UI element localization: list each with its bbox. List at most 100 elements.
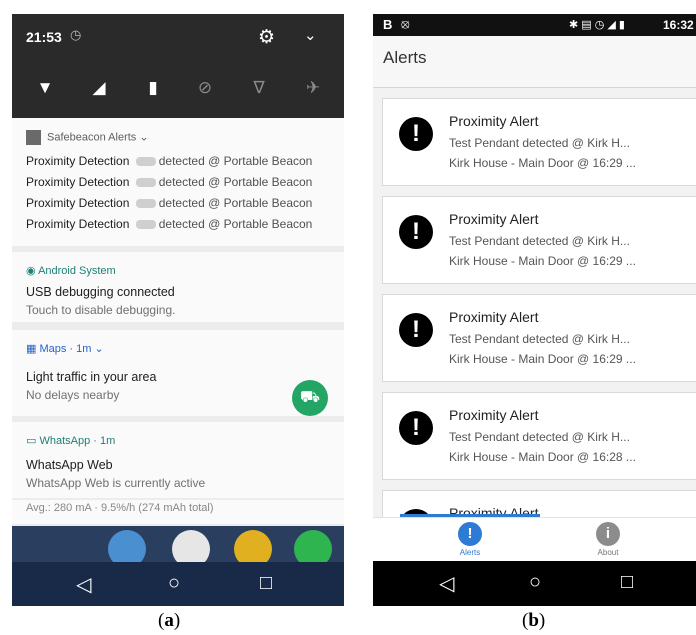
row-title: Proximity Detection [26, 175, 130, 189]
safebeacon-row: Proximity Detection detected @ Portable … [26, 175, 312, 189]
alert-card[interactable]: ! Proximity Alert Test Pendant detected … [382, 294, 696, 382]
alert-exclamation-icon: ! [399, 117, 433, 151]
home-icon[interactable]: ○ [529, 571, 541, 594]
row-text: detected @ Portable Beacon [158, 217, 313, 231]
home-icon[interactable]: ○ [168, 572, 180, 595]
alert-location: Kirk House - Main Door @ 16:29 ... [449, 254, 636, 268]
notification-title: Light traffic in your area [26, 370, 157, 384]
alert-detail: Test Pendant detected @ Kirk H... [449, 136, 630, 150]
redacted-name [135, 157, 156, 167]
recents-icon[interactable]: □ [621, 571, 633, 594]
wifi-icon[interactable]: ▼ [34, 78, 56, 100]
redacted-name [135, 178, 156, 188]
safebeacon-row: Proximity Detection detected @ Portable … [26, 196, 312, 210]
alert-location: Kirk House - Main Door @ 16:28 ... [449, 450, 636, 464]
airplane-icon[interactable]: ✈ [302, 78, 324, 100]
alerts-tab-icon: ! [458, 522, 482, 546]
status-letter: B [383, 17, 393, 32]
row-title: Proximity Detection [26, 196, 130, 210]
alert-title: Proximity Alert [449, 211, 539, 227]
android-system-header: ◉ Android System [26, 264, 116, 277]
status-icons: ✱ ▤ ◷ ◢ ▮ [569, 19, 625, 31]
expand-chevron-icon[interactable]: ⌄ [304, 26, 317, 44]
navigation-bar: ◁ ○ □ [373, 561, 696, 606]
alert-exclamation-icon: ! [399, 313, 433, 347]
quick-settings-row: ▼ ◢ ▮ ⊘ ∇ ✈ [12, 62, 344, 118]
safebeacon-row: Proximity Detection detected @ Portable … [26, 154, 312, 168]
tab-alerts[interactable]: ! Alerts [440, 522, 500, 557]
page-title: Alerts [383, 48, 427, 67]
maps-notification[interactable]: ▦ Maps · 1m ⌄ Light traffic in your area… [12, 330, 344, 416]
back-icon[interactable]: ◁ [76, 572, 91, 597]
caption-b: (b) [522, 610, 546, 631]
alert-card[interactable]: ! Proximity Alert Test Pendant detected … [382, 196, 696, 284]
alert-card[interactable]: ! Proximity Alert Test Pendant detected … [382, 98, 696, 186]
status-time: 21:53 [26, 29, 62, 45]
row-title: Proximity Detection [26, 154, 130, 168]
info-tab-icon: i [596, 522, 620, 546]
app-header: Alerts [373, 36, 696, 88]
caption-a-letter: a [164, 610, 174, 631]
bottom-tab-bar: ! Alerts i About [373, 517, 696, 561]
alert-detail: Test Pendant detected @ Kirk H... [449, 332, 630, 346]
tab-about[interactable]: i About [578, 522, 638, 557]
alert-card[interactable]: ! Proximity Alert Test Pendant detected … [382, 392, 696, 480]
notification-text: WhatsApp Web is currently active [26, 476, 206, 490]
alert-title: Proximity Alert [449, 309, 539, 325]
navigation-bar: ◁ ○ □ [12, 562, 344, 606]
alert-title: Proximity Alert [449, 407, 539, 423]
alert-detail: Test Pendant detected @ Kirk H... [449, 234, 630, 248]
notification-text: Touch to disable debugging. [26, 303, 176, 317]
whatsapp-app-icon [294, 530, 332, 562]
whatsapp-notification[interactable]: ▭ WhatsApp · 1m WhatsApp Web WhatsApp We… [12, 422, 344, 498]
android-system-app-name: Android System [38, 265, 116, 277]
safebeacon-notification[interactable]: Safebeacon Alerts ⌄ Proximity Detection … [12, 118, 344, 246]
safebeacon-app-icon [26, 130, 41, 145]
tab-label: Alerts [459, 548, 481, 557]
maps-header: ▦ Maps · 1m ⌄ [26, 342, 104, 355]
laptop-icon: ▭ [26, 435, 37, 447]
signal-icon[interactable]: ◢ [88, 78, 110, 100]
photos-app-icon [108, 530, 146, 562]
alert-location: Kirk House - Main Door @ 16:29 ... [449, 156, 636, 170]
flashlight-icon[interactable]: ∇ [248, 78, 270, 100]
alert-exclamation-icon: ! [399, 215, 433, 249]
notification-shade-screenshot: 21:53 ◷ ⚙ ⌄ ▼ ◢ ▮ ⊘ ∇ ✈ Safebeacon Alert… [12, 14, 344, 606]
row-text: detected @ Portable Beacon [158, 196, 313, 210]
chrome-app-icon [234, 530, 272, 562]
android-system-notification[interactable]: ◉ Android System USB debugging connected… [12, 252, 344, 322]
notification-status-icon: ⦻ [401, 16, 410, 31]
maps-icon: ▦ [26, 343, 37, 355]
recents-icon[interactable]: □ [260, 572, 272, 595]
settings-gear-icon[interactable]: ⚙ [258, 26, 275, 49]
notification-text: No delays nearby [26, 388, 120, 402]
alert-exclamation-icon: ! [399, 411, 433, 445]
alarm-icon: ◷ [70, 27, 82, 42]
notification-title: WhatsApp Web [26, 458, 113, 472]
alert-detail: Test Pendant detected @ Kirk H... [449, 430, 630, 444]
redacted-name [135, 199, 156, 209]
safebeacon-app-name: Safebeacon Alerts ⌄ [47, 131, 149, 144]
row-text: detected @ Portable Beacon [158, 175, 313, 189]
android-system-icon: ◉ [26, 265, 36, 277]
caption-b-letter: b [528, 610, 539, 631]
partial-battery-notification: Avg.: 280 mA · 9.5%/h (274 mAh total) [12, 500, 344, 524]
battery-icon[interactable]: ▮ [142, 78, 164, 100]
row-text: detected @ Portable Beacon [158, 154, 313, 168]
maps-app-name: Maps · 1m ⌄ [39, 343, 104, 355]
battery-usage-text: Avg.: 280 mA · 9.5%/h (274 mAh total) [26, 502, 214, 514]
traffic-car-icon[interactable]: ⛟ [292, 380, 328, 416]
status-bar: 21:53 ◷ ⚙ ⌄ [12, 14, 344, 62]
row-title: Proximity Detection [26, 217, 130, 231]
alert-title: Proximity Alert [449, 113, 539, 129]
whatsapp-header: ▭ WhatsApp · 1m [26, 434, 115, 447]
dnd-icon[interactable]: ⊘ [194, 78, 216, 100]
home-screen-wallpaper [12, 526, 344, 562]
notification-title: USB debugging connected [26, 285, 175, 299]
tab-label: About [597, 548, 619, 557]
caption-a: (a) [158, 610, 181, 631]
safebeacon-row: Proximity Detection detected @ Portable … [26, 217, 312, 231]
back-icon[interactable]: ◁ [439, 571, 454, 596]
alert-location: Kirk House - Main Door @ 16:29 ... [449, 352, 636, 366]
status-bar: B ⦻ ✱ ▤ ◷ ◢ ▮ 16:32 [373, 14, 696, 36]
